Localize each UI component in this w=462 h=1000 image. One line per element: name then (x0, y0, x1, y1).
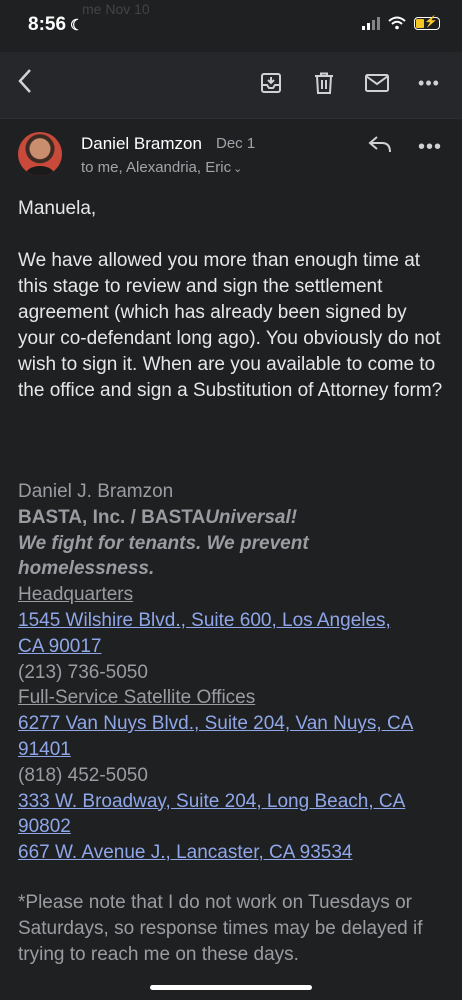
email-body: Manuela, We have allowed you more than e… (18, 196, 448, 404)
hq-address-link[interactable]: 1545 Wilshire Blvd., Suite 600, Los Ange… (18, 610, 391, 631)
divider (0, 118, 462, 119)
tagline-line-1: We fight for tenants. We prevent (18, 532, 309, 554)
archive-button[interactable] (256, 68, 286, 98)
cellular-signal-icon (362, 16, 380, 30)
more-dots-icon: ••• (418, 72, 440, 93)
org-text: BASTA, Inc. / BASTA (18, 506, 206, 528)
battery-icon: ⚡ (414, 16, 440, 30)
chevron-down-icon: ⌄ (233, 163, 243, 175)
tagline-line-2: homelessness. (18, 558, 155, 580)
greeting: Manuela, (18, 198, 97, 219)
satellite-offices-label: Full-Service Satellite Offices (18, 687, 256, 709)
archive-icon (261, 73, 281, 93)
email-date: Dec 1 (216, 135, 256, 152)
email-toolbar: ••• (0, 52, 462, 118)
avatar[interactable] (18, 132, 62, 176)
recipients-toggle[interactable]: to me, Alexandria, Eric ⌄ (81, 159, 242, 176)
hq-address-link-cont[interactable]: CA 90017 (18, 636, 101, 657)
delete-button[interactable] (309, 68, 339, 98)
lancaster-address-link[interactable]: 667 W. Avenue J., Lancaster, CA 93534 (18, 842, 353, 863)
mark-unread-button[interactable] (362, 68, 392, 98)
org-italic-text: Universal! (205, 506, 298, 528)
status-bar: 8:56 ☾ ⚡ (0, 0, 462, 52)
status-time: 8:56 ☾ (28, 14, 83, 36)
long-beach-address-link-cont[interactable]: 90802 (18, 816, 71, 837)
trash-icon (315, 72, 333, 94)
message-more-button[interactable]: ••• (418, 136, 442, 159)
email-signature: Daniel J. Bramzon BASTA, Inc. / BASTAUni… (18, 479, 448, 866)
home-indicator[interactable] (150, 985, 312, 990)
van-nuys-address-link-cont[interactable]: 91401 (18, 739, 71, 760)
recipients-text: to me, Alexandria, Eric (81, 159, 232, 176)
signature-org: BASTA, Inc. / BASTAUniversal! (18, 505, 448, 531)
moon-icon: ☾ (70, 17, 84, 34)
signature-name: Daniel J. Bramzon (18, 481, 174, 502)
headquarters-label: Headquarters (18, 584, 134, 606)
ghost-line: me Nov 10 (82, 1, 150, 17)
message-paragraph: We have allowed you more than enough tim… (18, 250, 443, 401)
back-button[interactable] (10, 66, 40, 96)
chevron-left-icon (18, 69, 31, 93)
more-options-button[interactable]: ••• (414, 68, 444, 98)
availability-note: *Please note that I do not work on Tuesd… (18, 892, 423, 965)
status-icons: ⚡ (362, 16, 440, 30)
reply-button[interactable] (368, 134, 396, 162)
reply-icon (368, 136, 391, 153)
time-text: 8:56 (28, 14, 67, 35)
van-nuys-phone: (818) 452-5050 (18, 764, 148, 786)
mail-icon (365, 74, 389, 92)
background-email-preview: me Nov 10 (82, 0, 150, 18)
van-nuys-address-link[interactable]: 6277 Van Nuys Blvd., Suite 204, Van Nuys… (18, 713, 413, 734)
sender-name[interactable]: Daniel Bramzon (81, 134, 202, 154)
email-header: Daniel Bramzon Dec 1 to me, Alexandria, … (0, 122, 462, 188)
wifi-icon (388, 16, 406, 30)
more-dots-icon: ••• (418, 136, 443, 158)
hq-phone: (213) 736-5050 (18, 661, 148, 683)
long-beach-address-link[interactable]: 333 W. Broadway, Suite 204, Long Beach, … (18, 791, 405, 812)
